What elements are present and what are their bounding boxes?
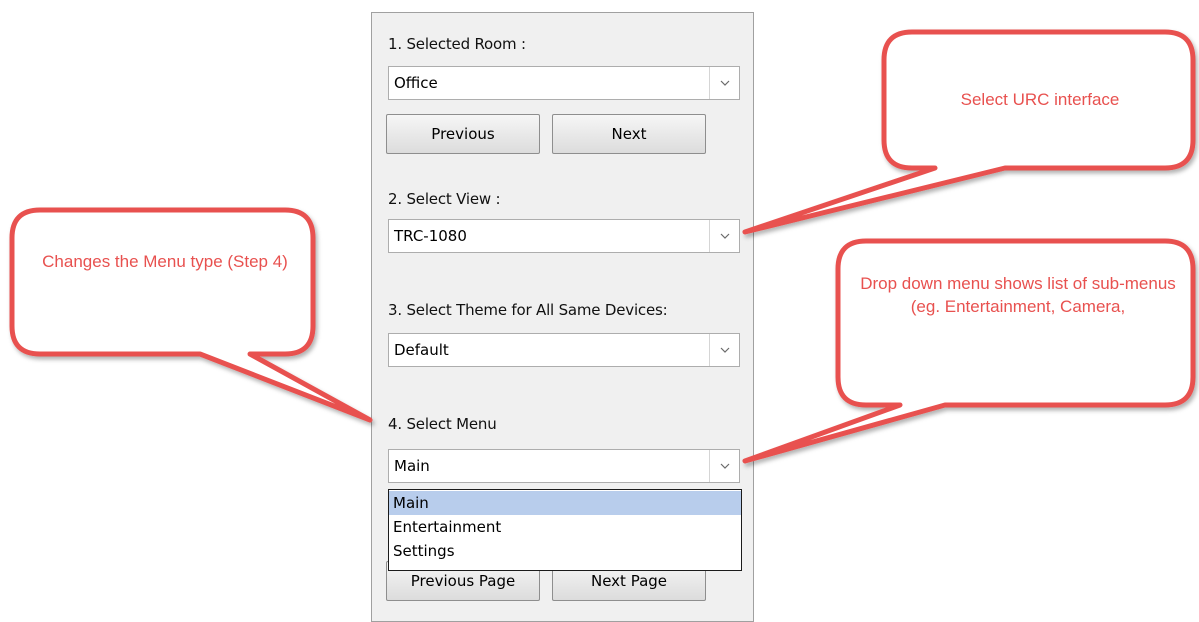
callout-text-urc: Select URC interface: [960, 90, 1120, 109]
callout-bubble-menu-type: [9, 207, 373, 423]
callout-text-dropdown: Drop down menu shows list of sub-menus (…: [860, 274, 1176, 316]
callout-bubble-urc: [742, 29, 1196, 235]
callout-text-menu-type: Changes the Menu type (Step 4): [42, 252, 288, 271]
